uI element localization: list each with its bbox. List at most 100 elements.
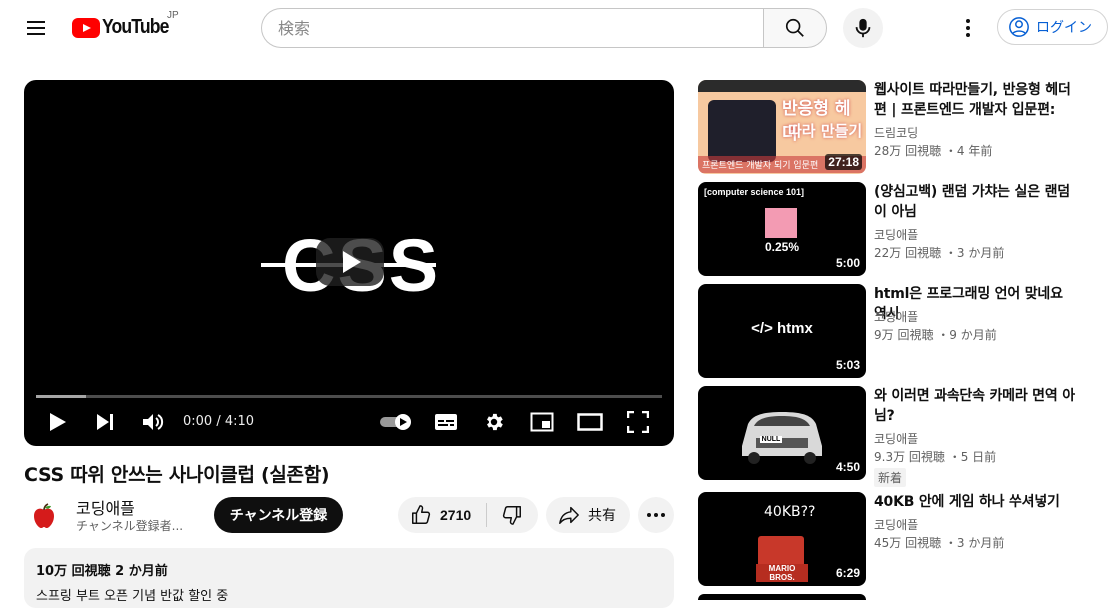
thumb-character-image [765,208,797,238]
progress-loaded [36,395,87,398]
theater-icon [577,413,603,431]
video-player[interactable]: CSS 0:00 / 4:10 [24,80,674,446]
search-bar [261,8,827,48]
recommended-channel[interactable]: 코딩애플 [874,226,918,243]
channel-name[interactable]: 코딩애플 [76,495,135,519]
gear-icon [487,413,503,431]
large-play-button[interactable] [316,238,384,286]
theater-mode-button[interactable] [574,406,606,438]
play-icon [50,413,66,431]
recommended-meta: 28万 回視聴 ・4 年前 [874,144,993,158]
miniplayer-button[interactable] [526,406,558,438]
time-display: 0:00 / 4:10 [183,414,255,429]
share-icon [559,506,579,524]
youtube-play-icon [72,17,100,38]
player-controls: 0:00 / 4:10 [24,402,674,442]
autoplay-toggle-icon [380,414,411,430]
search-button[interactable] [763,8,827,48]
login-button[interactable]: ログイン [997,9,1108,45]
share-button[interactable]: 共有 [546,497,630,533]
recommended-meta: 45万 回視聴 ・3 か月前 [874,536,1005,550]
view-count-and-date: 10万 回視聴 2 か月前 [36,564,168,579]
subtitles-button[interactable] [430,406,462,438]
recommended-channel[interactable]: 드림코딩 [874,124,918,141]
duration-badge: 5:03 [835,358,860,372]
skip-next-icon [97,414,113,430]
dislike-button[interactable] [487,497,537,533]
microphone-icon [855,18,871,38]
autoplay-toggle[interactable] [378,406,414,438]
subtitles-icon [435,414,457,430]
video-thumbnail[interactable]: [computer science 101] 0.25% 5:00 [698,182,866,276]
duration-badge: 4:50 [835,460,860,474]
description-box[interactable]: 10万 回視聴 2 か月前 스프링 부트 오픈 기념 반값 할인 중 [24,548,674,608]
video-title: CSS 따위 안쓰는 사나이클럽 (실존함) [24,464,330,486]
video-thumbnail[interactable]: NULL 4:50 [698,386,866,480]
fullscreen-button[interactable] [622,406,654,438]
more-vert-icon [966,19,970,37]
subscribe-button[interactable]: チャンネル登録 [214,497,343,533]
settings-menu-button[interactable] [948,8,988,48]
search-icon [785,18,804,37]
thumb-text-1: [computer science 101] [704,187,805,197]
youtube-logo[interactable]: YouTube JP [72,10,179,39]
duration-badge: 5:00 [835,256,860,270]
new-badge: 新着 [874,468,907,487]
video-thumbnail[interactable]: 40KB?? MARIO BROS. 6:29 [698,492,866,586]
recommended-channel[interactable]: 코딩애플 [874,430,918,447]
recommended-video[interactable]: </> htmx 5:03 html은 프로그래밍 언어 맞네요 역시 코딩애플… [698,284,1098,378]
account-icon [1009,17,1029,37]
recommended-video[interactable]: NULL 4:50 와 이러면 과속단속 카메라 면역 아님? 코딩애플 9.3… [698,386,1098,487]
duration-badge: 6:29 [835,566,860,580]
progress-bar[interactable] [36,395,662,398]
thumb-text-1: </> htmx [751,320,813,337]
recommended-video[interactable]: 40KB?? MARIO BROS. 6:29 40KB 안에 게임 하나 쑤셔… [698,492,1098,586]
recommended-channel[interactable]: 코딩애플 [874,516,918,533]
share-label: 共有 [588,508,616,524]
top-bar: YouTube JP ログイン [0,0,1109,56]
thumb-text-2: 따라 만들기 [788,122,863,140]
recommended-video-partial[interactable] [698,594,866,600]
play-button[interactable] [42,406,74,438]
recommended-video[interactable]: [computer science 101] 0.25% 5:00 (양심고백)… [698,182,1098,276]
menu-icon[interactable] [16,8,56,48]
logo-text: YouTube [102,16,169,38]
like-dislike-group: 2710 [398,497,538,533]
login-label: ログイン [1036,20,1092,36]
description-text: 스프링 부트 오픈 기념 반값 할인 중 [36,589,229,604]
recommended-channel[interactable]: 코딩애플 [874,308,918,325]
thumbs-down-icon [502,506,521,525]
thumb-text-2: MARIO BROS. [756,564,808,582]
thumbs-up-icon [412,505,431,524]
search-input[interactable] [261,8,764,48]
duration-badge: 27:18 [825,154,862,170]
fullscreen-icon [627,411,649,433]
apple-icon [34,503,54,528]
video-thumbnail[interactable]: 반응형 헤더 따라 만들기 프론트엔드 개발자 되기 입문편 27:18 [698,80,866,174]
more-actions-button[interactable] [638,497,674,533]
recommended-meta: 9.3万 回視聴 ・5 日前 [874,450,997,464]
recommended-meta: 22万 回視聴 ・3 か月前 [874,246,1005,260]
video-thumbnail[interactable]: </> htmx 5:03 [698,284,866,378]
recommended-title[interactable]: 40KB 안에 게임 하나 쑤셔넣기 [874,492,1080,512]
recommended-meta: 9万 回視聴 ・9 か月前 [874,328,997,342]
more-horiz-icon [647,513,665,517]
thumb-header-bar [698,80,866,92]
region-label: JP [167,10,179,21]
like-count: 2710 [440,507,472,523]
recommended-video[interactable]: 반응형 헤더 따라 만들기 프론트엔드 개발자 되기 입문편 27:18 웹사이… [698,80,1098,174]
recommended-title[interactable]: 와 이러면 과속단속 카메라 면역 아님? [874,386,1080,426]
recommended-title[interactable]: 웹사이트 따라만들기, 반응형 헤더편 | 프론트엔드 개발자 입문편: HTM… [874,80,1080,120]
thumb-text-1: 40KB?? [764,504,816,520]
thumb-text-1: NULL [760,436,782,443]
thumb-phone [708,100,776,162]
miniplayer-icon [530,412,554,432]
volume-button[interactable] [137,406,169,438]
recommended-title[interactable]: (양심고백) 랜덤 가챠는 실은 랜덤이 아님 [874,182,1080,222]
channel-avatar[interactable] [24,496,64,536]
voice-search-button[interactable] [843,8,883,48]
like-button[interactable]: 2710 [398,497,486,533]
thumb-text-2: 0.25% [764,240,800,254]
settings-button[interactable] [478,406,510,438]
next-button[interactable] [90,406,122,438]
